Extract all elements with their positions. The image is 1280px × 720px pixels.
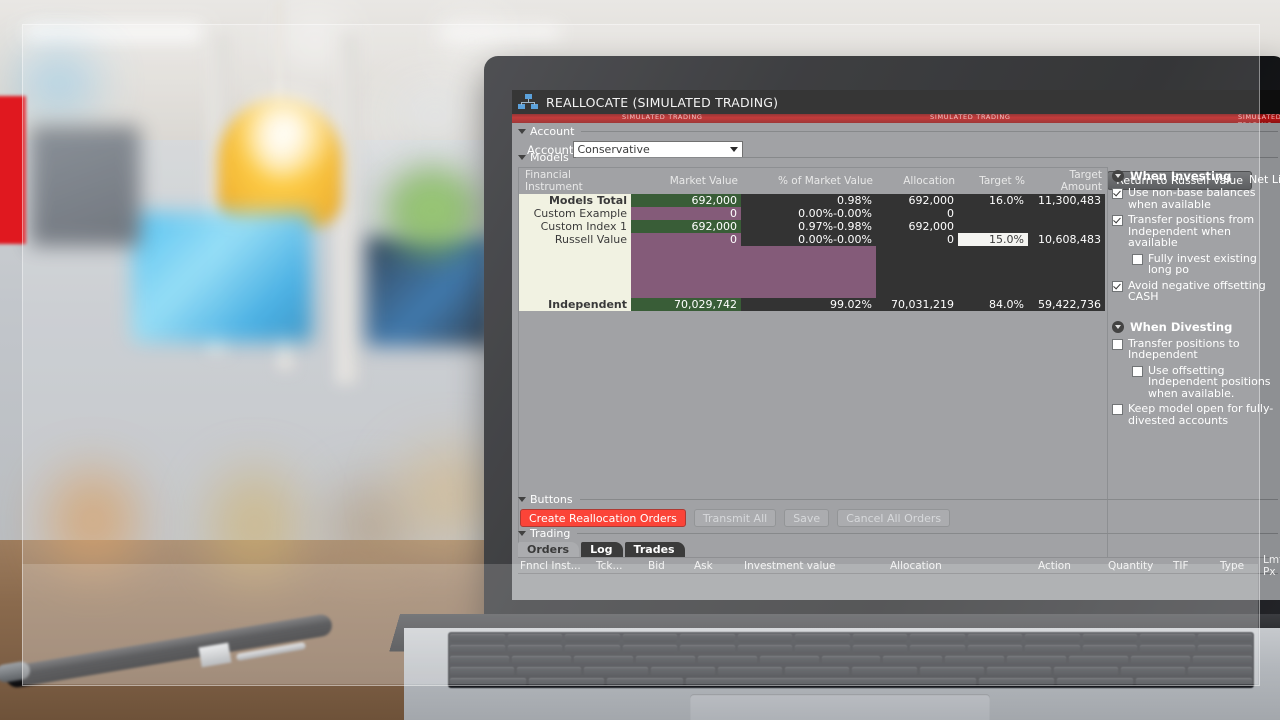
grid-column-header[interactable]: Lmt Px [1263, 554, 1280, 578]
trackpad [690, 694, 990, 720]
screenshot-root: REALLOCATE (SIMULATED TRADING) SIMULATED… [0, 0, 1280, 720]
white-overlay-frame [22, 24, 1260, 686]
